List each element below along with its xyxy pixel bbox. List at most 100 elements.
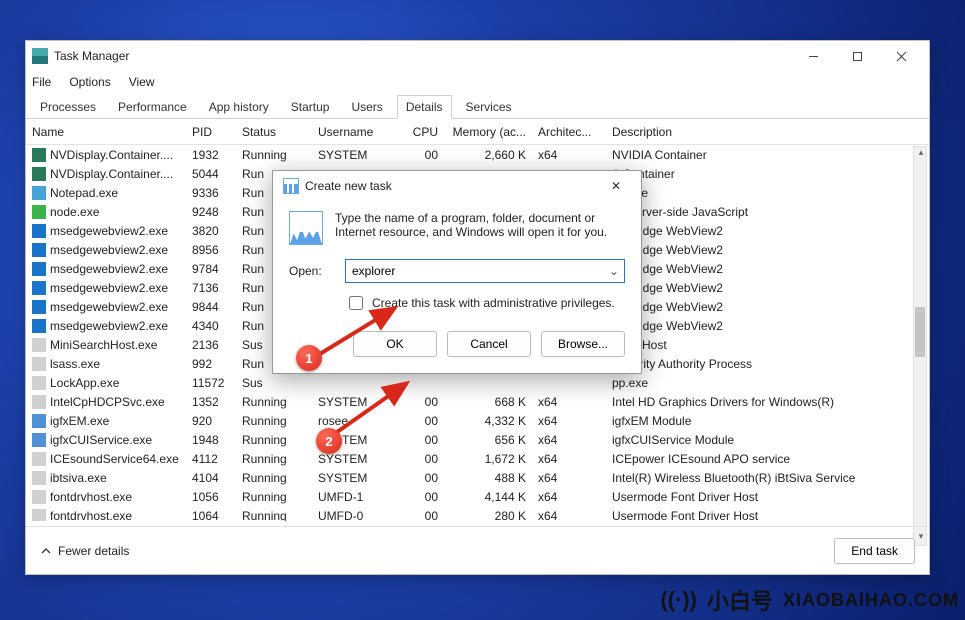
col-cpu[interactable]: CPU	[398, 125, 444, 139]
end-task-button[interactable]: End task	[834, 538, 915, 564]
col-arch[interactable]: Architec...	[532, 125, 606, 139]
table-row[interactable]: IntelCpHDCPSvc.exe1352RunningSYSTEM00668…	[26, 392, 929, 411]
cell-desc: ICEpower ICEsound APO service	[606, 452, 929, 466]
cell-status: Running	[236, 148, 312, 162]
table-row[interactable]: igfxCUIService.exe1948RunningSYSTEM00656…	[26, 430, 929, 449]
process-icon	[32, 338, 46, 352]
cell-mem: 280 K	[444, 509, 532, 522]
chevron-up-icon	[40, 545, 52, 557]
admin-checkbox[interactable]	[349, 296, 363, 310]
cell-arch: x64	[532, 395, 606, 409]
cell-pid: 9844	[186, 300, 236, 314]
process-icon	[32, 281, 46, 295]
table-row[interactable]: fontdrvhost.exe1056RunningUMFD-1004,144 …	[26, 487, 929, 506]
app-icon	[32, 48, 48, 64]
cell-name: LockApp.exe	[50, 376, 119, 390]
table-row[interactable]: ibtsiva.exe4104RunningSYSTEM00488 Kx64In…	[26, 468, 929, 487]
cell-name: fontdrvhost.exe	[50, 490, 132, 504]
col-name[interactable]: Name	[26, 125, 186, 139]
open-label: Open:	[289, 264, 333, 278]
cell-mem: 656 K	[444, 433, 532, 447]
open-input[interactable]	[346, 260, 604, 282]
process-icon	[32, 490, 46, 504]
cell-desc: A Container	[606, 167, 929, 181]
table-row[interactable]: fontdrvhost.exe1064RunningUMFD-000280 Kx…	[26, 506, 929, 521]
open-combobox[interactable]: ⌄	[345, 259, 625, 283]
brand-en: XIAOBAIHAO.COM	[783, 590, 959, 611]
cell-pid: 920	[186, 414, 236, 428]
cell-arch: x64	[532, 490, 606, 504]
col-status[interactable]: Status	[236, 125, 312, 139]
cell-cpu: 00	[398, 148, 444, 162]
table-row[interactable]: LockApp.exe11572Suspp.exe	[26, 373, 929, 392]
table-row[interactable]: NVDisplay.Container....1932RunningSYSTEM…	[26, 145, 929, 164]
col-pid[interactable]: PID	[186, 125, 236, 139]
col-description[interactable]: Description	[606, 125, 929, 139]
tab-services[interactable]: Services	[458, 96, 520, 118]
process-icon	[32, 167, 46, 181]
cell-name: msedgewebview2.exe	[50, 224, 168, 238]
cell-desc: NVIDIA Container	[606, 148, 929, 162]
dialog-titlebar[interactable]: Create new task ✕	[273, 171, 641, 201]
tab-processes[interactable]: Processes	[32, 96, 104, 118]
dialog-message: Type the name of a program, folder, docu…	[335, 211, 625, 245]
menu-view[interactable]: View	[129, 75, 155, 89]
run-dialog-icon	[283, 178, 299, 194]
cell-arch: x64	[532, 509, 606, 522]
process-icon	[32, 205, 46, 219]
admin-checkbox-label[interactable]: Create this task with administrative pri…	[372, 296, 615, 310]
menu-options[interactable]: Options	[69, 75, 110, 89]
cell-user: SYSTEM	[312, 471, 398, 485]
cell-name: Notepad.exe	[50, 186, 118, 200]
tab-details[interactable]: Details	[397, 95, 452, 119]
tab-users[interactable]: Users	[343, 96, 390, 118]
table-row[interactable]: igfxEM.exe920Runningrosee004,332 Kx64igf…	[26, 411, 929, 430]
cell-arch: x64	[532, 471, 606, 485]
cell-name: NVDisplay.Container....	[50, 148, 173, 162]
cell-pid: 2136	[186, 338, 236, 352]
process-icon	[32, 300, 46, 314]
fewer-details-toggle[interactable]: Fewer details	[40, 544, 129, 558]
table-row[interactable]: ICEsoundService64.exe4112RunningSYSTEM00…	[26, 449, 929, 468]
scroll-thumb[interactable]	[915, 307, 925, 357]
col-username[interactable]: Username	[312, 125, 398, 139]
cell-name: msedgewebview2.exe	[50, 243, 168, 257]
cell-user: rosee	[312, 414, 398, 428]
chevron-down-icon[interactable]: ⌄	[604, 260, 624, 282]
cell-cpu: 00	[398, 395, 444, 409]
dialog-title: Create new task	[305, 179, 392, 193]
scroll-up-icon[interactable]: ▴	[914, 147, 928, 161]
cell-arch: x64	[532, 433, 606, 447]
ok-button[interactable]: OK	[353, 331, 437, 357]
cell-cpu: 00	[398, 414, 444, 428]
tab-app-history[interactable]: App history	[201, 96, 277, 118]
menu-bar: File Options View	[26, 71, 929, 93]
maximize-button[interactable]	[835, 41, 879, 71]
cell-name: msedgewebview2.exe	[50, 262, 168, 276]
close-button[interactable]	[879, 41, 923, 71]
cell-desc: Intel HD Graphics Drivers for Windows(R)	[606, 395, 929, 409]
minimize-button[interactable]	[791, 41, 835, 71]
cell-pid: 4112	[186, 452, 236, 466]
cell-pid: 1948	[186, 433, 236, 447]
titlebar[interactable]: Task Manager	[26, 41, 929, 71]
watermark-brand: ((·)) 小白号 XIAOBAIHAO.COM	[660, 584, 959, 616]
column-headers[interactable]: Name PID Status Username CPU Memory (ac.…	[26, 119, 929, 145]
tab-startup[interactable]: Startup	[283, 96, 338, 118]
cancel-button[interactable]: Cancel	[447, 331, 531, 357]
menu-file[interactable]: File	[32, 75, 51, 89]
cell-pid: 11572	[186, 376, 236, 390]
cell-arch: x64	[532, 148, 606, 162]
cell-pid: 4340	[186, 319, 236, 333]
process-icon	[32, 452, 46, 466]
tab-bar: Processes Performance App history Startu…	[26, 93, 929, 119]
cell-name: ICEsoundService64.exe	[50, 452, 179, 466]
col-memory[interactable]: Memory (ac...	[444, 125, 532, 139]
browse-button[interactable]: Browse...	[541, 331, 625, 357]
cell-desc: earchHost	[606, 338, 929, 352]
cell-desc: Security Authority Process	[606, 357, 929, 371]
tab-performance[interactable]: Performance	[110, 96, 195, 118]
cell-pid: 8956	[186, 243, 236, 257]
vertical-scrollbar[interactable]: ▴ ▾	[913, 146, 927, 546]
dialog-close-button[interactable]: ✕	[601, 179, 631, 193]
